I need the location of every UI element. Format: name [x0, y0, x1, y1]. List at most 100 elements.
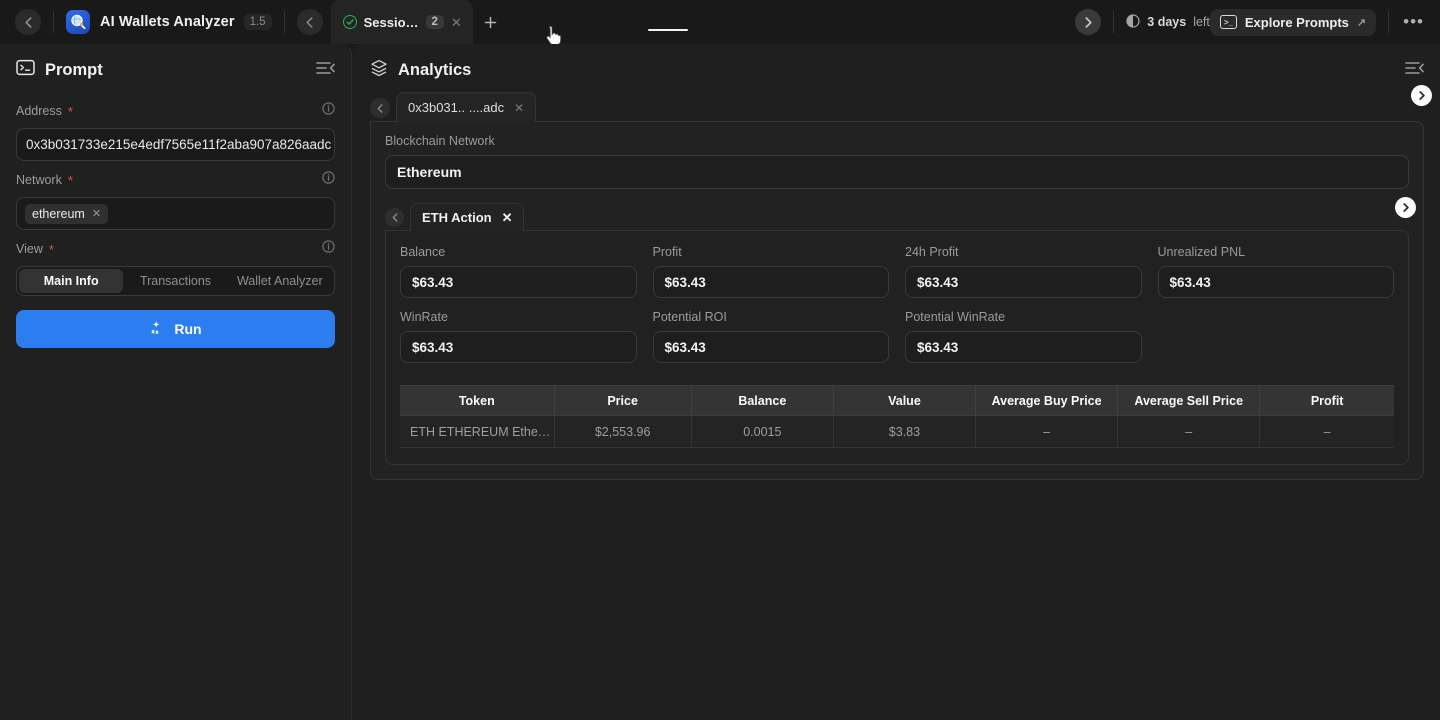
cell-balance: 0.0015 — [691, 415, 834, 448]
tab-scroll-right-button[interactable] — [1411, 85, 1432, 106]
metric-winrate: WinRate $63.43 — [400, 310, 637, 363]
required-marker: * — [67, 103, 73, 119]
top-bar-right: 3 days left >_ Explore Prompts ↗ ••• — [1075, 8, 1440, 36]
top-bar: AI Wallets Analyzer 1.5 Sessio… 2 ✕ 3 da… — [0, 0, 1440, 46]
metric-label: Potential ROI — [652, 310, 727, 324]
metric-value[interactable]: $63.43 — [905, 266, 1142, 298]
days-suffix: left — [1193, 15, 1210, 29]
analytics-panel: Analytics 0x3b031.. ....adc ✕ Blockchain… — [352, 44, 1440, 720]
address-field-row: Address * — [16, 102, 335, 120]
view-option-main-info[interactable]: Main Info — [19, 269, 124, 293]
wallet-address-card: Blockchain Network Ethereum ETH Action ✕… — [370, 121, 1424, 480]
explore-prompts-button[interactable]: >_ Explore Prompts ↗ — [1209, 8, 1377, 36]
column-header-token[interactable]: Token — [400, 385, 555, 416]
info-icon[interactable] — [322, 171, 335, 189]
cell-value: $3.83 — [833, 415, 977, 448]
view-label: View — [16, 242, 43, 256]
metric-value[interactable]: $63.43 — [1157, 266, 1394, 298]
tab-eth-action[interactable]: ETH Action ✕ — [410, 203, 525, 231]
inner-tab-scroll-right-button[interactable] — [1395, 197, 1416, 218]
analytics-title: Analytics — [398, 60, 472, 79]
address-label: Address — [16, 104, 62, 118]
metric-balance: Balance $63.43 — [400, 245, 637, 298]
metric-potential-winrate: Potential WinRate $63.43 — [905, 310, 1142, 363]
metric-24h-profit: 24h Profit $63.43 — [905, 245, 1142, 298]
drag-handle[interactable] — [648, 29, 688, 31]
required-marker: * — [67, 172, 73, 188]
network-label: Network — [16, 173, 62, 187]
tab-scroll-left-button[interactable] — [385, 208, 404, 227]
prompt-panel: Prompt Address * 0x3b031733e215e4edf7565… — [0, 44, 352, 720]
divider — [53, 11, 54, 33]
session-count-badge: 2 — [425, 15, 444, 29]
blockchain-network-value[interactable]: Ethereum — [385, 155, 1409, 189]
eth-action-tabstrip: ETH Action ✕ — [385, 203, 1409, 231]
new-session-button[interactable] — [478, 9, 504, 35]
column-header-average-sell-price[interactable]: Average Sell Price — [1117, 385, 1261, 416]
network-field-row: Network * — [16, 171, 335, 189]
column-header-profit[interactable]: Profit — [1259, 385, 1394, 416]
check-circle-icon — [342, 15, 357, 29]
metric-value[interactable]: $63.43 — [652, 266, 889, 298]
app-logo-icon — [66, 10, 90, 34]
network-tag[interactable]: ethereum ✕ — [25, 203, 109, 224]
layers-icon — [370, 59, 388, 82]
divider — [1113, 11, 1115, 33]
metric-value[interactable]: $63.43 — [905, 331, 1142, 363]
explore-prompts-label: Explore Prompts — [1244, 14, 1349, 30]
column-header-average-buy-price[interactable]: Average Buy Price — [975, 385, 1119, 416]
metric-label: Balance — [400, 245, 446, 259]
close-icon[interactable]: ✕ — [451, 16, 462, 29]
metric-value[interactable]: $63.43 — [400, 266, 637, 298]
collapse-panel-icon[interactable] — [1405, 61, 1424, 80]
blockchain-network-label: Blockchain Network — [385, 134, 495, 148]
metric-label: Potential WinRate — [905, 310, 1006, 324]
forward-button[interactable] — [1075, 9, 1102, 35]
divider — [283, 11, 285, 33]
metric-spacer — [1158, 310, 1395, 363]
metric-label: 24h Profit — [905, 245, 959, 259]
info-icon[interactable] — [322, 240, 335, 258]
info-icon[interactable] — [322, 102, 335, 120]
prompt-panel-header: Prompt — [16, 44, 335, 92]
session-tab-label: Sessio… — [363, 14, 419, 30]
close-icon[interactable]: ✕ — [92, 207, 101, 220]
view-option-wallet-analyzer[interactable]: Wallet Analyzer — [228, 269, 332, 293]
address-input[interactable]: 0x3b031733e215e4edf7565e11f2aba907a826aa… — [16, 128, 335, 161]
run-button[interactable]: Run — [16, 310, 335, 348]
network-input[interactable]: ethereum ✕ — [16, 197, 335, 230]
column-header-balance[interactable]: Balance — [691, 385, 834, 416]
more-horizontal-icon[interactable]: ••• — [1401, 12, 1426, 32]
cell-profit: – — [1259, 415, 1394, 448]
cell-average-sell-price: – — [1117, 415, 1261, 448]
table-row[interactable]: ETH ETHEREUM Ethe… $2,553.96 0.0015 $3.8… — [400, 415, 1394, 448]
tab-scroll-left-button[interactable] — [296, 9, 323, 35]
column-header-price[interactable]: Price — [554, 385, 692, 416]
required-marker: * — [48, 241, 54, 257]
close-icon[interactable]: ✕ — [502, 210, 513, 226]
tab-wallet-address[interactable]: 0x3b031.. ....adc ✕ — [396, 92, 537, 122]
app-title: AI Wallets Analyzer — [100, 14, 235, 30]
back-button[interactable] — [15, 9, 41, 35]
session-tab[interactable]: Sessio… 2 ✕ — [330, 0, 473, 44]
external-link-icon: ↗ — [1356, 16, 1367, 29]
metric-profit: Profit $63.43 — [652, 245, 889, 298]
clock-icon — [1126, 13, 1140, 31]
close-icon[interactable]: ✕ — [514, 101, 524, 115]
tab-scroll-left-button[interactable] — [370, 98, 390, 118]
cell-price: $2,553.96 — [554, 415, 692, 448]
terminal-icon: >_ — [1219, 15, 1237, 29]
view-option-transactions[interactable]: Transactions — [123, 269, 227, 293]
metric-label: Profit — [652, 245, 682, 259]
days-value: 3 days — [1147, 15, 1187, 29]
analytics-tabstrip: 0x3b031.. ....adc ✕ — [370, 92, 1424, 122]
metric-potential-roi: Potential ROI $63.43 — [652, 310, 889, 363]
collapse-panel-icon[interactable] — [316, 61, 335, 80]
metric-value[interactable]: $63.43 — [400, 331, 637, 363]
metric-value[interactable]: $63.43 — [652, 331, 889, 363]
table-header-row: Token Price Balance Value Average Buy Pr… — [400, 385, 1394, 416]
tab-label: ETH Action — [422, 210, 492, 225]
version-badge: 1.5 — [243, 14, 272, 30]
column-header-value[interactable]: Value — [833, 385, 977, 416]
view-segmented-control[interactable]: Main Info Transactions Wallet Analyzer — [16, 266, 335, 296]
